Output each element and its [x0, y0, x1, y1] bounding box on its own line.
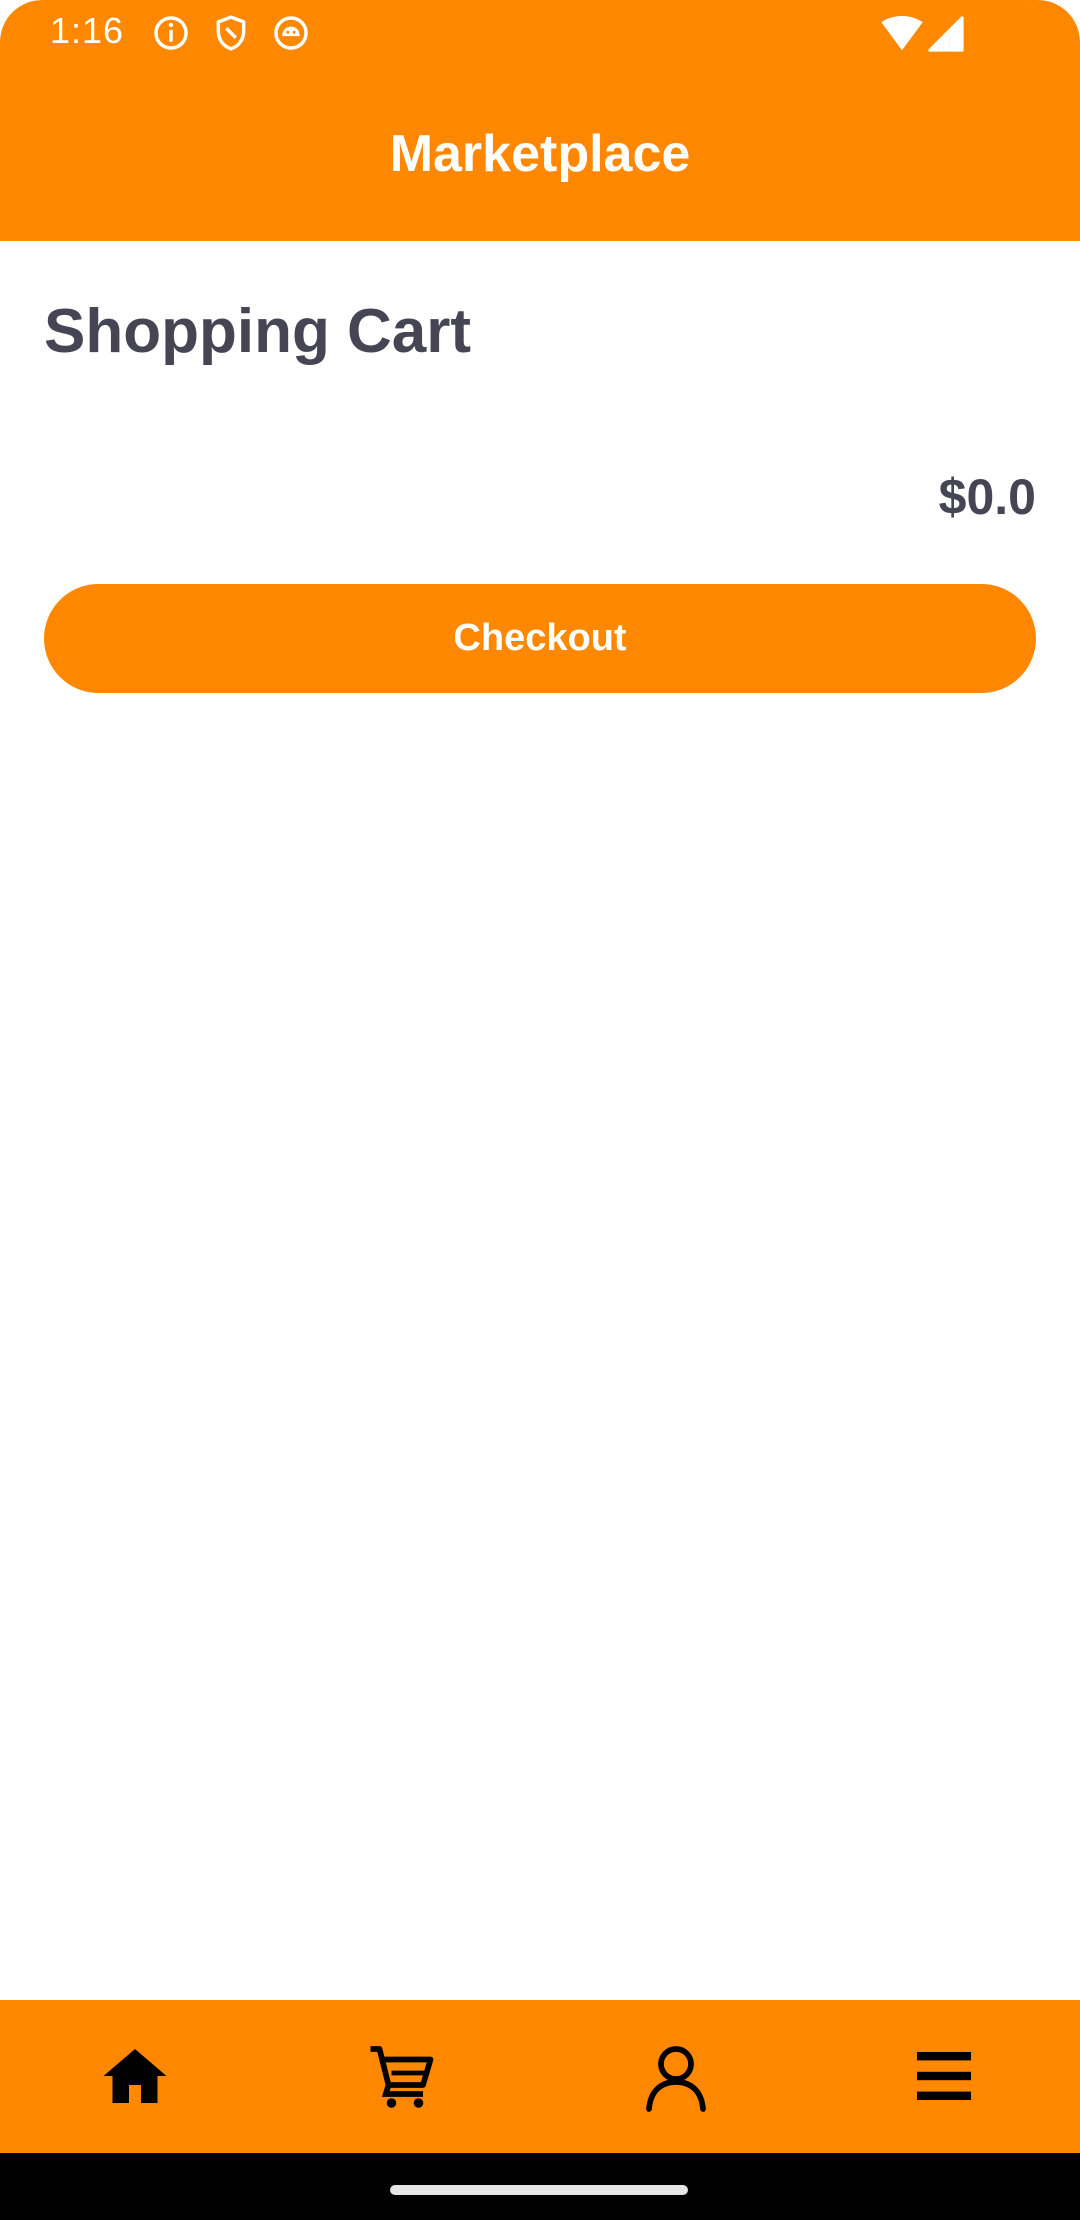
nav-menu[interactable]: [908, 2040, 980, 2112]
android-icon: [272, 14, 310, 52]
wifi-icon: [880, 16, 924, 52]
nav-home[interactable]: [99, 2040, 171, 2112]
cart-icon: [370, 2046, 434, 2108]
cart-total: $0.0: [938, 469, 1036, 525]
nav-cart[interactable]: [366, 2040, 438, 2112]
status-bar: 1:16: [0, 0, 1080, 66]
app-header: 1:16 Marketplace: [0, 0, 1080, 241]
home-icon: [103, 2049, 167, 2103]
nav-profile[interactable]: [640, 2040, 712, 2112]
menu-icon: [917, 2052, 971, 2100]
home-gesture-handle[interactable]: [390, 2185, 688, 2195]
status-time: 1:16: [50, 10, 125, 51]
bottom-navigation: [0, 2000, 1080, 2153]
app-title: Marketplace: [389, 125, 691, 183]
signal-icon: [928, 16, 964, 52]
shield-icon: [212, 14, 250, 52]
profile-icon: [646, 2046, 706, 2112]
checkout-button[interactable]: Checkout: [44, 584, 1036, 693]
page-title: Shopping Cart: [44, 297, 472, 366]
info-icon: [152, 14, 190, 52]
system-gesture-bar: [0, 2153, 1080, 2220]
app-screen: 1:16 Marketplace Shopping Cart $0.0 Chec…: [0, 0, 1080, 2220]
